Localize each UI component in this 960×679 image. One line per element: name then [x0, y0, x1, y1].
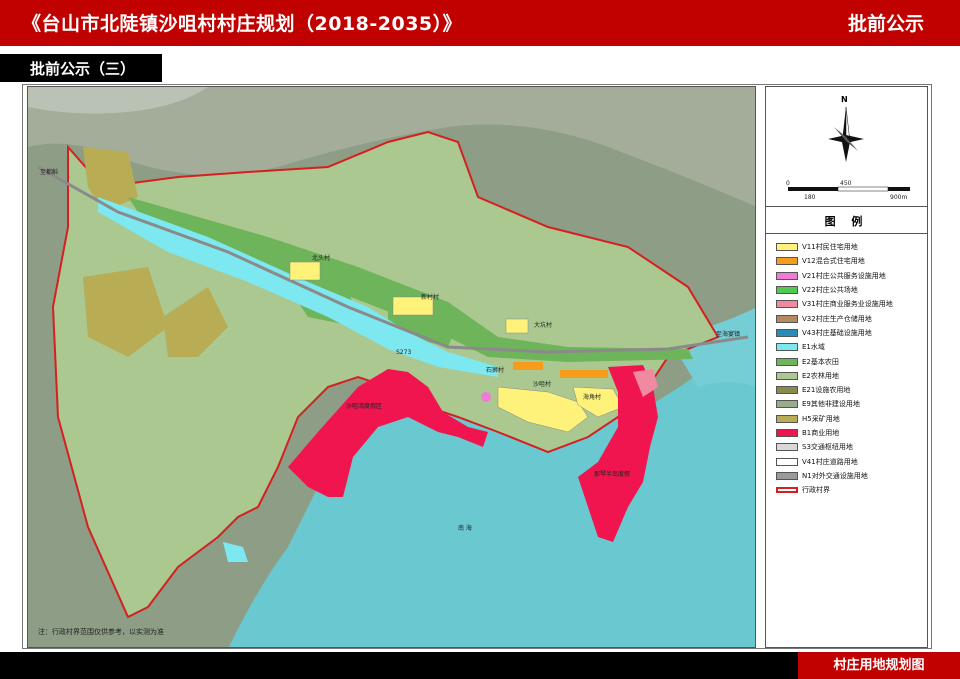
map-canvas: [28, 87, 755, 647]
legend-swatch: [776, 414, 798, 423]
scale-label-180: 180: [804, 194, 816, 201]
road-label-3: S273: [396, 349, 412, 356]
legend-label: V11村民住宅用地: [802, 243, 858, 252]
legend-item: V21村庄公共服务设施用地: [776, 269, 927, 283]
legend-list: V11村民住宅用地 V12混合式住宅用地 V21村庄公共服务设施用地 V22村庄公共场…: [766, 240, 927, 497]
road-label-1: 至都斛: [40, 169, 59, 176]
header-status: 批前公示: [847, 13, 924, 35]
legend: 图 例 V11村民住宅用地 V12混合式住宅用地 V21村庄公共服务设施用地 V22村…: [766, 209, 927, 497]
legend-title: 图 例: [824, 215, 869, 228]
village-label-4: 沙咀村: [533, 381, 552, 388]
land-use-map: 注：行政村界范围仅供参考，以实测为准 南 海 北头村 新村村 大坑村 沙咀村 石…: [27, 86, 756, 648]
legend-swatch: [776, 357, 798, 366]
legend-label: V12混合式住宅用地: [802, 257, 865, 266]
legend-swatch: [776, 300, 798, 309]
legend-swatch: [776, 257, 798, 266]
legend-label: V43村庄基础设施用地: [802, 328, 872, 337]
legend-item: B1商业用地: [776, 426, 927, 440]
legend-item: V41村庄道路用地: [776, 454, 927, 468]
legend-item: E1水域: [776, 340, 927, 354]
page-title: 《台山市北陡镇沙咀村村庄规划（2018-2035）》: [22, 13, 463, 35]
legend-item: V11村民住宅用地: [776, 240, 927, 254]
legend-swatch: [776, 443, 798, 452]
legend-label: S3交通枢纽用地: [802, 443, 853, 452]
legend-item: H5采矿用地: [776, 412, 927, 426]
legend-swatch: [776, 314, 798, 323]
subheader-bar: 批前公示（三）: [0, 54, 162, 82]
legend-swatch: [776, 386, 798, 395]
legend-swatch: [776, 343, 798, 352]
legend-swatch: [776, 328, 798, 337]
zone-label-1: 沙咀湾度假区: [346, 403, 383, 410]
legend-label: V22村庄公共场地: [802, 286, 858, 295]
legend-item: V32村庄生产仓储用地: [776, 311, 927, 325]
road-label-2: 至海宴镇: [716, 331, 741, 338]
legend-item: 行政村界: [776, 483, 927, 497]
subheader-label: 批前公示（三）: [30, 60, 136, 78]
side-panel: N 0 450 180 900m 图 例 V11村民住宅用地 V12混合式住宅用地…: [765, 86, 928, 648]
legend-item: E2农林用地: [776, 369, 927, 383]
legend-item: E9其他非建设用地: [776, 397, 927, 411]
legend-label: B1商业用地: [802, 429, 840, 437]
scale-label-450: 450: [840, 180, 852, 187]
legend-item: V31村庄商业服务业设施用地: [776, 297, 927, 311]
village-label-3: 大坑村: [534, 322, 553, 329]
village-label-2: 新村村: [421, 294, 440, 301]
legend-swatch: [776, 371, 798, 380]
scale-label-900m: 900m: [890, 194, 908, 201]
north-arrow-icon: [788, 106, 910, 192]
legend-label: V21村庄公共服务设施用地: [802, 271, 886, 280]
legend-swatch: [776, 487, 798, 494]
legend-item: S3交通枢纽用地: [776, 440, 927, 454]
legend-label: 行政村界: [802, 486, 830, 495]
legend-label: V31村庄商业服务业设施用地: [802, 300, 893, 309]
legend-label: N1对外交通设施用地: [802, 471, 868, 480]
footer-label: 村庄用地规划图: [798, 652, 960, 679]
legend-label: E2基本农田: [802, 357, 839, 366]
village-label-6: 海角村: [583, 394, 602, 401]
scale-label-0: 0: [786, 180, 790, 187]
legend-label: E21设施农用地: [802, 386, 851, 395]
legend-label: E2农林用地: [802, 371, 839, 380]
village-label-5: 石狮村: [486, 367, 505, 374]
legend-label: E1水域: [802, 343, 825, 352]
legend-item: N1对外交通设施用地: [776, 469, 927, 483]
legend-swatch: [776, 429, 798, 437]
legend-item: E2基本农田: [776, 354, 927, 368]
compass-panel: N 0 450 180 900m: [766, 87, 927, 207]
legend-item: E21设施农用地: [776, 383, 927, 397]
legend-swatch: [776, 243, 798, 252]
legend-label: V41村庄道路用地: [802, 457, 858, 466]
legend-swatch: [776, 400, 798, 409]
legend-swatch: [776, 457, 798, 466]
legend-swatch: [776, 471, 798, 480]
header-bar: 《台山市北陡镇沙咀村村庄规划（2018-2035）》 批前公示: [0, 0, 960, 46]
legend-label: H5采矿用地: [802, 414, 840, 423]
zone-label-2: 那琴半岛度假: [594, 471, 631, 478]
legend-item: V43村庄基础设施用地: [776, 326, 927, 340]
legend-label: V32村庄生产仓储用地: [802, 314, 872, 323]
legend-item: V12混合式住宅用地: [776, 254, 927, 268]
village-label-1: 北头村: [312, 255, 331, 262]
legend-swatch: [776, 271, 798, 280]
legend-swatch: [776, 286, 798, 295]
sea-label: 南 海: [458, 525, 472, 532]
legend-divider: [766, 233, 927, 234]
map-note: 注：行政村界范围仅供参考，以实测为准: [38, 628, 164, 636]
legend-item: V22村庄公共场地: [776, 283, 927, 297]
legend-label: E9其他非建设用地: [802, 400, 860, 409]
